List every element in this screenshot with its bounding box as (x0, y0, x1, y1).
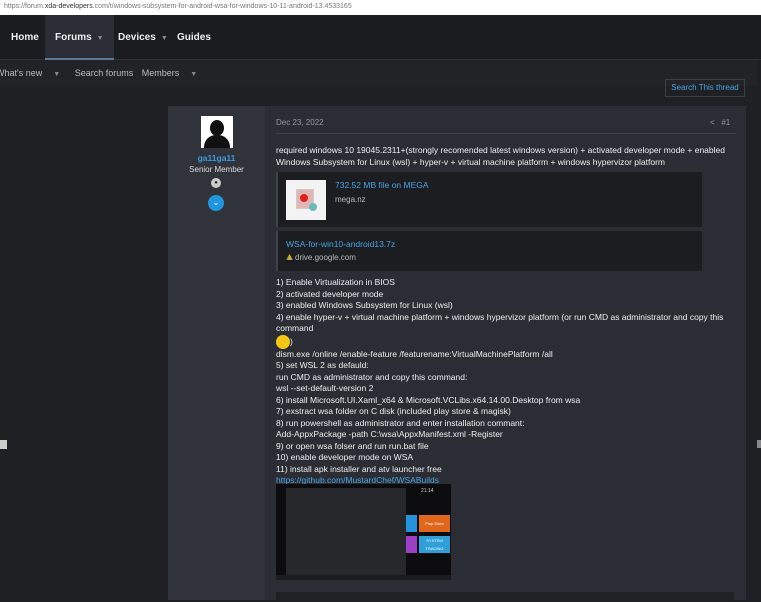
search-thread-button[interactable]: Search This thread (665, 79, 745, 97)
taskbar (276, 575, 451, 580)
subnav-search-forums[interactable]: Search forums (75, 68, 134, 78)
subnav-label: What's new (0, 68, 43, 78)
step: run CMD as administrator and copy this c… (276, 371, 468, 382)
step-continuation: ) (276, 334, 738, 349)
step: dism.exe /online /enable-feature /featur… (276, 348, 553, 359)
step: 5) set WSL 2 as defauld: (276, 360, 369, 370)
step: Add-AppxPackage -path C:\wsa\AppxManifes… (276, 429, 503, 439)
chevron-down-icon: ▼ (53, 71, 61, 78)
avatar-head (210, 120, 224, 136)
nav-devices-label: Devices (118, 32, 156, 43)
clock: 21:14 (421, 488, 434, 494)
share-icon[interactable]: < (710, 118, 715, 127)
post-number[interactable]: #1 (721, 118, 730, 127)
subnav-members[interactable]: Members ▼ (142, 68, 203, 78)
attached-screenshot[interactable]: 21:14 Play Store SYSTEM TRACING (276, 484, 451, 580)
step: 3) enabled Windows Subsystem for Linux (… (276, 300, 453, 310)
step: 7) exstract wsa folder on C disk (includ… (276, 406, 511, 416)
steps-list: 1) Enable Virtualization in BIOS 2) acti… (276, 277, 738, 487)
nav-forums-label: Forums (55, 32, 92, 43)
step: 6) install Microsoft.UI.Xaml_x64 & Micro… (276, 394, 581, 405)
left-edge-widget (0, 440, 7, 449)
avatar[interactable] (201, 116, 233, 148)
user-cell: ga11ga11 Senior Member ● ⌄ (168, 106, 265, 600)
embed-title[interactable]: 732.52 MB file on MEGA (335, 180, 429, 190)
main-nav: Home Forums ▼ Devices ▼ Guides (0, 15, 761, 60)
divider (276, 133, 736, 134)
embed-title[interactable]: WSA-for-win10-android13.7z (286, 239, 395, 249)
expand-chevron-icon[interactable]: ⌄ (208, 195, 224, 211)
member-badge-icon: ● (211, 178, 221, 188)
nav-home[interactable]: Home (11, 15, 39, 60)
user-role: Senior Member (189, 165, 244, 174)
post-date[interactable]: Dec 23, 2022 (276, 118, 324, 127)
username[interactable]: ga11ga11 (168, 153, 265, 163)
smile-emoji-icon (276, 334, 290, 349)
settings-window (286, 488, 406, 576)
step-text: ) (290, 335, 293, 346)
post-intro: required windows 10 19045.2311+(strongly… (276, 145, 725, 167)
step: 4) enable hyper-v + virtual machine plat… (276, 311, 724, 334)
right-edge-widget (757, 440, 761, 448)
step: 9) or open wsa folser and run run.bat fi… (276, 440, 429, 451)
nav-guides[interactable]: Guides (177, 15, 211, 60)
system-tracing-tile: SYSTEM TRACING (419, 536, 450, 553)
embed-domain: drive.google.com (295, 253, 356, 262)
sub-nav: What's new ▼ Search forums Members ▼ (0, 60, 757, 86)
avatar-body (204, 135, 230, 148)
chevron-down-icon: ▼ (190, 71, 198, 78)
chevron-down-icon: ▼ (96, 35, 104, 42)
chevron-down-icon: ▼ (160, 35, 168, 42)
embed-domain-row: drive.google.com (286, 253, 356, 262)
url-domain: xda-developers (44, 3, 93, 10)
post-meta: < #1 (710, 118, 730, 127)
step: 1) Enable Virtualization in BIOS (276, 277, 395, 287)
url-path: .com/t/windows-subsystem-for-android-wsa… (92, 3, 352, 10)
step: 2) activated developer mode (276, 288, 384, 299)
nav-forums[interactable]: Forums ▼ (45, 15, 114, 60)
subnav-label: Members (141, 68, 180, 78)
step: 10) enable developer mode on WSA (276, 452, 414, 462)
nav-devices[interactable]: Devices ▼ (118, 15, 168, 60)
drive-embed[interactable]: WSA-for-win10-android13.7z drive.google.… (276, 231, 702, 271)
url-prefix: https://forum. (4, 3, 45, 10)
step: 11) install apk installer and atv launch… (276, 463, 442, 474)
step: wsl --set-default-version 2 (276, 383, 374, 393)
play-store-tile: Play Store (419, 515, 450, 532)
next-block (276, 592, 734, 602)
embed-domain: mega.nz (335, 195, 366, 204)
tile (406, 515, 417, 532)
tile (406, 536, 417, 553)
mega-file-icon (286, 180, 326, 220)
google-drive-icon (286, 254, 293, 260)
step: 8) run powershell as administrator and e… (276, 417, 525, 428)
mega-embed[interactable]: 732.52 MB file on MEGA mega.nz (276, 172, 702, 227)
post: ga11ga11 Senior Member ● ⌄ Dec 23, 2022 … (168, 106, 746, 602)
subnav-whats-new[interactable]: What's new ▼ (0, 68, 66, 78)
address-bar[interactable]: https://forum.xda-developers.com/t/windo… (0, 0, 761, 15)
